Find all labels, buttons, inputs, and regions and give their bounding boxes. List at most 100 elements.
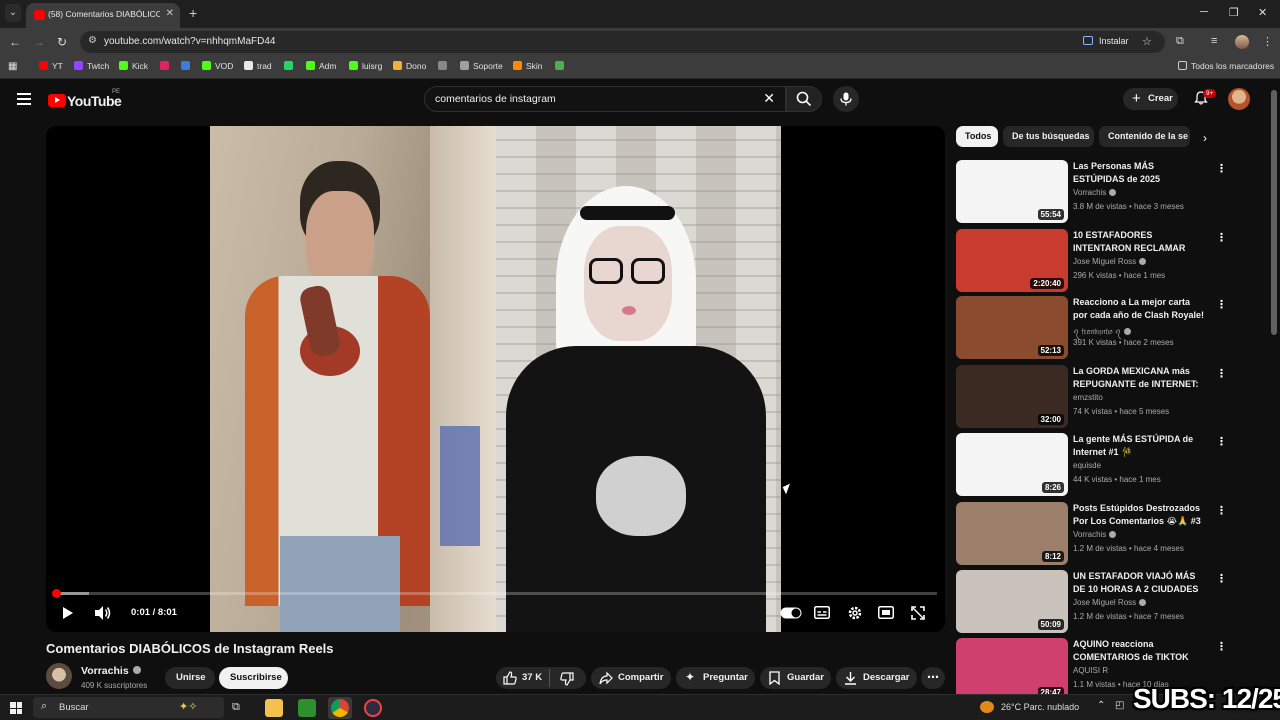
channel-name[interactable]: Vorrachis [81,665,141,677]
video-thumbnail[interactable]: 52:13 [956,296,1068,359]
chrome-icon[interactable] [331,699,349,717]
recommendation-title[interactable]: La gente MÁS ESTÚPIDA de Internet #1 🎋 [1073,433,1207,459]
join-button[interactable]: Unirse [165,667,215,689]
volume-icon[interactable] [94,605,112,621]
recommendation-item[interactable]: 8:26 La gente MÁS ESTÚPIDA de Internet #1… [956,433,1227,496]
clear-search-icon[interactable]: ✕ [763,90,775,107]
progress-bar[interactable] [54,592,937,595]
bookmark-0[interactable]: YT [39,61,63,71]
recommendation-channel[interactable]: emzstito [1073,393,1103,402]
chip-from-searches[interactable]: De tus búsquedas [1003,126,1094,147]
bookmark-3[interactable] [160,61,173,71]
taskbar-search[interactable]: ⌕ Buscar ✦✧ [33,697,224,718]
recommendation-title[interactable]: Las Personas MÁS ESTÚPIDAS de 2025 [1073,160,1207,186]
recommendation-channel[interactable]: AQUISI R [1073,666,1108,675]
browser-profile-avatar[interactable] [1235,35,1249,49]
subtitles-icon[interactable] [814,606,830,619]
bookmark-9[interactable]: luisrg [349,61,382,71]
progress-scrubber[interactable] [51,589,61,598]
recommendation-item[interactable]: 32:00 La GORDA MEXICANA más REPUGNANTE de… [956,365,1227,428]
recommendation-title[interactable]: AQUINO reacciona COMENTARIOS de TIKTOK [1073,638,1207,664]
site-info-icon[interactable]: ⚙ [88,35,97,46]
recommendation-channel[interactable]: equisde [1073,461,1101,470]
more-actions-button[interactable]: ⋯ [921,667,945,689]
more-options-icon[interactable]: ⋮ [1216,367,1227,380]
download-button[interactable]: Descargar [836,667,917,689]
minecraft-icon[interactable] [298,699,316,717]
url-text[interactable]: youtube.com/watch?v=nhhqmMaFD44 [104,36,275,47]
reload-button[interactable]: ↻ [57,35,67,49]
autoplay-toggle-icon[interactable] [780,607,802,619]
more-options-icon[interactable]: ⋮ [1216,572,1227,585]
youtube-logo[interactable]: YouTube PE [48,89,122,110]
voice-search-button[interactable] [833,86,859,112]
video-thumbnail[interactable]: 8:12 [956,502,1068,565]
recommendation-title[interactable]: Reacciono a La mejor carta por cada año … [1073,296,1207,322]
bookmark-13[interactable]: Skin [513,61,543,71]
fullscreen-icon[interactable] [911,606,925,620]
bookmark-10[interactable]: Dono [393,61,426,71]
close-window-button[interactable]: ✕ [1258,6,1267,19]
restore-button[interactable]: ❐ [1229,6,1239,19]
page-scrollbar[interactable] [1271,90,1277,335]
bookmark-11[interactable] [438,61,451,71]
subscribe-button[interactable]: Suscribirse [219,667,288,689]
recommendation-channel[interactable]: Vorrachis [1073,188,1117,197]
tab-search-button[interactable]: ⌄ [5,4,21,22]
ask-button[interactable]: ✦ Preguntar [676,667,755,689]
more-options-icon[interactable]: ⋮ [1216,231,1227,244]
bookmark-1[interactable]: Twtch [74,61,109,71]
omnibox[interactable]: ⚙ youtube.com/watch?v=nhhqmMaFD44 [80,31,1165,53]
channel-avatar[interactable] [46,663,72,689]
more-options-icon[interactable]: ⋮ [1216,504,1227,517]
search-input[interactable]: comentarios de instagram ✕ [424,86,786,112]
like-thumb-icon[interactable] [503,671,517,685]
chip-all[interactable]: Todos [956,126,998,147]
tray-app-icon[interactable]: ◰ [1115,700,1124,711]
windows-start-icon[interactable] [10,702,22,714]
bookmark-8[interactable]: Adm [306,61,336,71]
save-button[interactable]: Guardar [760,667,831,689]
search-button[interactable] [786,86,822,112]
install-app-button[interactable]: Instalar [1080,33,1134,51]
apps-grid-icon[interactable]: ▦ [8,61,17,72]
bookmark-6[interactable]: trad [244,61,272,71]
more-options-icon[interactable]: ⋮ [1216,640,1227,653]
settings-gear-icon[interactable] [847,605,863,621]
video-thumbnail[interactable]: 32:00 [956,365,1068,428]
reading-list-icon[interactable]: ≡ [1211,35,1217,47]
minimize-button[interactable]: ─ [1200,6,1208,18]
browser-tab[interactable]: (58) Comentarios DIABÓLICOS ✕ [26,3,180,28]
guide-menu-icon[interactable] [17,93,31,108]
video-thumbnail[interactable]: 55:54 [956,160,1068,223]
recommendation-title[interactable]: UN ESTAFADOR VIAJÓ MÁS DE 10 HORAS A 2 C… [1073,570,1207,596]
bookmark-2[interactable]: Kick [119,61,148,71]
recommendation-item[interactable]: 2:20:40 10 ESTAFADORES INTENTARON RECLAMA… [956,229,1227,292]
video-thumbnail[interactable]: 50:09 [956,570,1068,633]
dislike-thumb-icon[interactable] [560,672,574,686]
recommendation-title[interactable]: La GORDA MEXICANA más REPUGNANTE de INTE… [1073,365,1207,391]
bookmark-4[interactable] [181,61,194,71]
video-player[interactable]: 0:01 / 8:01 [46,126,945,632]
recommendation-channel[interactable]: Jose Miguel Ross [1073,257,1147,266]
recommendation-item[interactable]: 8:12 Posts Estúpidos Destrozados Por Los … [956,502,1227,565]
recommendation-item[interactable]: 55:54 Las Personas MÁS ESTÚPIDAS de 2025 V… [956,160,1227,223]
recommendation-title[interactable]: Posts Estúpidos Destrozados Por Los Come… [1073,502,1207,528]
bookmark-5[interactable]: VOD [202,61,233,71]
back-button[interactable]: ← [9,35,21,49]
play-icon[interactable] [62,606,74,620]
task-view-icon[interactable]: ⧉ [232,701,250,719]
recommendation-item[interactable]: 50:09 UN ESTAFADOR VIAJÓ MÁS DE 10 HORAS … [956,570,1227,633]
all-bookmarks-button[interactable]: Todos los marcadores [1178,61,1274,71]
more-options-icon[interactable]: ⋮ [1216,298,1227,311]
bookmark-star-icon[interactable]: ☆ [1142,35,1152,48]
tab-close-icon[interactable]: ✕ [166,8,174,19]
new-tab-button[interactable]: + [189,5,197,21]
forward-button[interactable]: → [33,35,45,49]
file-explorer-icon[interactable] [265,699,283,717]
chips-next-icon[interactable]: › [1203,131,1207,145]
video-thumbnail[interactable]: 2:20:40 [956,229,1068,292]
create-button[interactable]: + Crear [1123,88,1178,110]
recommendation-item[interactable]: 52:13 Reacciono a La mejor carta por cada… [956,296,1227,359]
tray-chevron-icon[interactable]: ⌃ [1097,700,1105,711]
